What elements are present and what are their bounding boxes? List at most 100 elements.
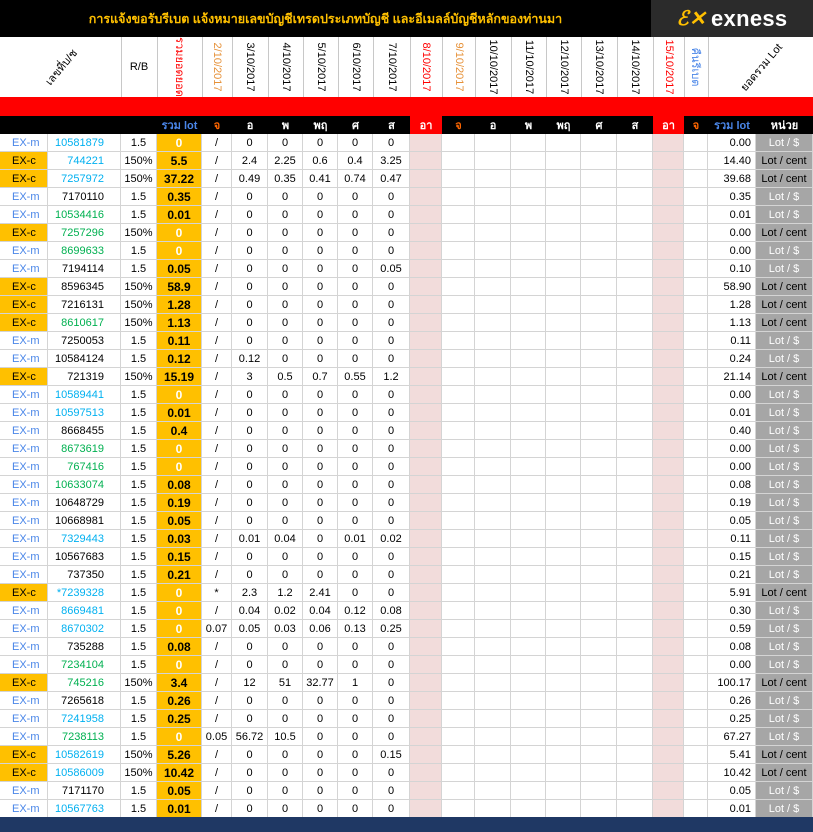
day2-cell — [617, 566, 653, 584]
day2-cell — [617, 404, 653, 422]
day-value: 0 — [338, 800, 373, 818]
day-value: 0.04 — [232, 602, 268, 620]
day-subheader-row: รวม lot จ อ พ พฤ ศ ส อา จ อ พ พฤ ศ ส อา จ รวม lot หน่วย — [0, 116, 813, 134]
day-value: 0 — [268, 188, 303, 206]
sunday-cell — [410, 692, 442, 710]
day-value: 0 — [338, 584, 373, 602]
unit: Lot / $ — [756, 800, 813, 818]
account-type: EX-c — [0, 584, 48, 602]
lot-total: 0.15 — [708, 548, 756, 566]
rebate-rate: 1.5 — [121, 440, 157, 458]
day2-cell — [617, 548, 653, 566]
day2-cell — [475, 440, 511, 458]
day2-cell — [546, 584, 581, 602]
day-value: 0 — [373, 404, 410, 422]
day2-cell — [442, 260, 475, 278]
day-value: 0.12 — [232, 350, 268, 368]
sunday-cell — [410, 242, 442, 260]
day2-cell — [511, 368, 546, 386]
account-number: 10534416 — [48, 206, 121, 224]
table-row: EX-c 8596345 150% 58.9/0 0 0 0 0 58.90 Lot / cent — [0, 278, 813, 296]
day-value: / — [202, 638, 232, 656]
day-value: 0.01 — [338, 530, 373, 548]
day2-cell — [442, 566, 475, 584]
rebate-rate: 1.5 — [121, 260, 157, 278]
day2-cell — [581, 206, 617, 224]
date-header-8-cell: 10/10/2017 — [475, 37, 512, 97]
day-value: 0 — [373, 656, 410, 674]
day-value: / — [202, 278, 232, 296]
date-header-8: 10/10/2017 — [487, 39, 499, 95]
day2-cell — [653, 350, 684, 368]
day2-cell — [546, 782, 581, 800]
day-value: 0 — [373, 386, 410, 404]
day2-cell — [546, 260, 581, 278]
day2-cell — [511, 440, 546, 458]
day2-cell — [653, 800, 684, 818]
unit: Lot / $ — [756, 638, 813, 656]
sunday-cell — [410, 296, 442, 314]
unit: Lot / cent — [756, 314, 813, 332]
week-total: 0.25 — [157, 710, 202, 728]
unit: Lot / $ — [756, 476, 813, 494]
day-value: 0 — [232, 206, 268, 224]
day2-cell — [511, 476, 546, 494]
rebate-cell — [684, 674, 708, 692]
day2-cell — [475, 242, 511, 260]
day2-cell — [546, 800, 581, 818]
rebate-day-label: จ — [692, 120, 700, 132]
day-value: 0 — [303, 224, 338, 242]
day2-cell — [581, 638, 617, 656]
day2-cell — [475, 476, 511, 494]
table-row: EX-c 10582619 150% 5.26/0 0 0 0 0.15 5.41 Lot / c… — [0, 746, 813, 764]
day2-cell — [475, 458, 511, 476]
day-value: 0 — [373, 332, 410, 350]
day2-cell — [581, 386, 617, 404]
day-value: 0 — [338, 422, 373, 440]
week-total: 1.13 — [157, 314, 202, 332]
day2-cell — [475, 386, 511, 404]
day2-cell — [475, 512, 511, 530]
date-header-3: 5/10/2017 — [314, 42, 327, 92]
day2-cell — [581, 566, 617, 584]
account-number: 7329443 — [48, 530, 121, 548]
sunday-cell — [410, 134, 442, 152]
lot-total-header-cell: ยอดรวม Lot — [708, 37, 813, 97]
day2-cell — [617, 494, 653, 512]
day2-cell — [546, 422, 581, 440]
day-value: / — [202, 710, 232, 728]
day-value: 0 — [232, 746, 268, 764]
day2-cell — [442, 710, 475, 728]
day-value: 0.06 — [303, 620, 338, 638]
rebate-rate: 1.5 — [121, 188, 157, 206]
lot-total: 14.40 — [708, 152, 756, 170]
rebate-rate: 150% — [121, 314, 157, 332]
day-value: 0 — [338, 548, 373, 566]
day-value: 0 — [373, 764, 410, 782]
day-value: 0 — [338, 566, 373, 584]
day-value: 0 — [268, 638, 303, 656]
day2-cell — [581, 368, 617, 386]
day2-cell — [653, 584, 684, 602]
unit: Lot / cent — [756, 746, 813, 764]
table-row: EX-m 8669481 1.5 0/0.04 0.02 0.04 0.12 0.08 0.30… — [0, 602, 813, 620]
day-value: 0 — [338, 278, 373, 296]
day2-cell — [581, 134, 617, 152]
day2-cell — [653, 476, 684, 494]
day-value: 0 — [373, 278, 410, 296]
rebate-rate: 1.5 — [121, 584, 157, 602]
day-value: 0 — [303, 656, 338, 674]
week-total: 5.5 — [157, 152, 202, 170]
day-value: 0 — [303, 512, 338, 530]
account-type: EX-m — [0, 602, 48, 620]
day2-cell — [546, 152, 581, 170]
day-value: 0 — [338, 638, 373, 656]
rebate-cell — [684, 134, 708, 152]
day-value: 0 — [303, 404, 338, 422]
day-value: 0 — [303, 746, 338, 764]
rebate-rate: 1.5 — [121, 710, 157, 728]
day-value: 0 — [232, 458, 268, 476]
sunday-cell — [410, 350, 442, 368]
account-type: EX-m — [0, 548, 48, 566]
account-number: 10582619 — [48, 746, 121, 764]
